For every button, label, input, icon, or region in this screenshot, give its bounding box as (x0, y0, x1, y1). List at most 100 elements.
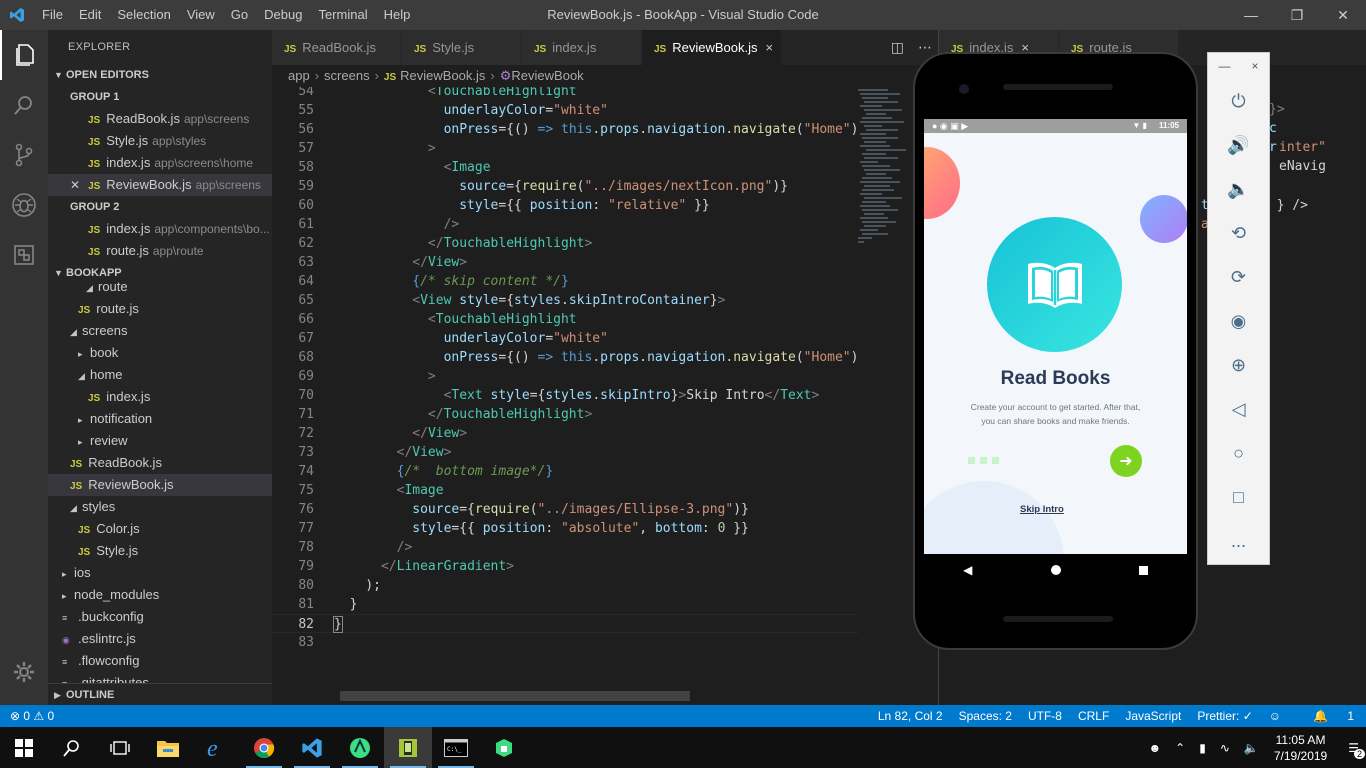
home-nav-icon[interactable] (1050, 565, 1061, 575)
open-editor-item[interactable]: JS index.js app\components\bo... (48, 218, 272, 240)
open-editor-item[interactable]: JS ReadBook.js app\screens (48, 108, 272, 130)
chrome-icon[interactable] (240, 727, 288, 768)
tab-reviewbook[interactable]: JS ReviewBook.js × (642, 30, 782, 65)
open-editors-section[interactable]: ▼ OPEN EDITORS (48, 64, 272, 86)
windows-start-icon[interactable] (0, 727, 48, 768)
recents-nav-icon[interactable] (1138, 565, 1148, 575)
tree-item[interactable]: ◢ screens (48, 320, 272, 342)
search-icon[interactable] (48, 727, 96, 768)
restore-button[interactable]: ❐ (1274, 0, 1320, 30)
tree-item[interactable]: JS ReadBook.js (48, 452, 272, 474)
vscode-taskbar-icon[interactable] (288, 727, 336, 768)
code-editor[interactable]: 54 <TouchableHighlight 55 underlayColor=… (272, 87, 938, 705)
indentation[interactable]: Spaces: 2 (959, 705, 1012, 727)
encoding[interactable]: UTF-8 (1028, 705, 1062, 727)
people-icon[interactable]: ☻ (1149, 741, 1162, 755)
cursor-position[interactable]: Ln 82, Col 2 (878, 705, 943, 727)
outline-section[interactable]: ▶ OUTLINE (48, 683, 272, 705)
tab-index[interactable]: JS index.js (522, 30, 642, 65)
open-editor-item[interactable]: JS route.js app\route (48, 240, 272, 262)
extensions-icon[interactable] (0, 230, 48, 280)
menu-terminal[interactable]: Terminal (310, 0, 375, 30)
tree-item[interactable]: ≡ .flowconfig (48, 650, 272, 672)
volume-up-icon[interactable]: 🔊 (1208, 123, 1269, 167)
task-view-icon[interactable] (96, 727, 144, 768)
taskbar-clock[interactable]: 11:05 AM 7/19/2019 (1274, 732, 1327, 764)
panel-minimize-button[interactable]: — (1218, 59, 1230, 73)
tree-item[interactable]: ▸ book (48, 342, 272, 364)
open-editor-item[interactable]: JS Style.js app\styles (48, 130, 272, 152)
gear-icon[interactable] (0, 647, 48, 697)
close-window-button[interactable]: ✕ (1320, 0, 1366, 30)
file-explorer-icon[interactable] (144, 727, 192, 768)
overview-icon[interactable]: □ (1208, 475, 1269, 519)
tree-item[interactable]: ▸ review (48, 430, 272, 452)
tab-style[interactable]: JS Style.js (402, 30, 522, 65)
menu-selection[interactable]: Selection (109, 0, 178, 30)
back-icon[interactable]: ◁ (1208, 387, 1269, 431)
wifi-icon[interactable]: ∿ (1220, 741, 1230, 755)
skip-intro-link[interactable]: Skip Intro (1020, 504, 1064, 515)
close-icon[interactable]: ✕ (70, 178, 80, 192)
horizontal-scrollbar[interactable] (340, 691, 690, 701)
panel-close-button[interactable]: × (1251, 59, 1258, 73)
tree-item[interactable]: ▸ notification (48, 408, 272, 430)
breadcrumb-screens[interactable]: screens (324, 68, 370, 83)
terminal-icon[interactable]: C:\_ (432, 727, 480, 768)
android-studio-icon[interactable] (336, 727, 384, 768)
feedback-smiley-icon[interactable]: ☺ (1269, 705, 1281, 727)
tree-item[interactable]: ◢ route (48, 276, 272, 298)
rotate-left-icon[interactable]: ⟲ (1208, 211, 1269, 255)
volume-icon[interactable]: 🔈 (1244, 741, 1259, 755)
tab-readbook[interactable]: JS ReadBook.js (272, 30, 402, 65)
source-control-icon[interactable] (0, 130, 48, 180)
tree-item[interactable]: ▸ node_modules (48, 584, 272, 606)
more-actions-icon[interactable]: ⋯ (918, 39, 932, 56)
volume-down-icon[interactable]: 🔈 (1208, 167, 1269, 211)
menu-help[interactable]: Help (376, 0, 419, 30)
emulator-taskbar-icon[interactable] (384, 727, 432, 768)
tree-item[interactable]: JS Color.js (48, 518, 272, 540)
android-robot-icon[interactable] (480, 727, 528, 768)
next-arrow-button[interactable]: ➜ (1110, 445, 1142, 477)
breadcrumb-file[interactable]: ReviewBook.js (400, 68, 485, 83)
camera-screenshot-icon[interactable]: ◉ (1208, 299, 1269, 343)
tree-item[interactable]: JS index.js (48, 386, 272, 408)
emulator-screen[interactable]: ● ◉ ▣ ▶ 11:05 ▼ ▮ Read Books Create your… (924, 119, 1187, 554)
open-editor-item[interactable]: JS index.js app\screens\home (48, 152, 272, 174)
breadcrumb-symbol[interactable]: ReviewBook (511, 68, 583, 83)
split-editor-icon[interactable]: ◫ (891, 39, 904, 56)
action-center-icon[interactable]: ☰ 2 (1348, 741, 1365, 759)
tree-item[interactable]: ▸ ios (48, 562, 272, 584)
explorer-icon[interactable] (0, 30, 48, 80)
tree-item[interactable]: ◉ .eslintrc.js (48, 628, 272, 650)
tree-item[interactable]: JS route.js (48, 298, 272, 320)
tree-item[interactable]: ≡ .buckconfig (48, 606, 272, 628)
tree-item[interactable]: ◢ styles (48, 496, 272, 518)
notifications-bell[interactable]: 🔔 1 (1297, 705, 1354, 727)
menu-view[interactable]: View (179, 0, 223, 30)
more-icon[interactable]: ... (1208, 519, 1269, 563)
tree-item[interactable]: JS Style.js (48, 540, 272, 562)
menu-file[interactable]: File (34, 0, 71, 30)
power-icon[interactable]: ⏻ (1208, 79, 1269, 123)
minimize-button[interactable]: — (1228, 0, 1274, 30)
home-icon[interactable]: ○ (1208, 431, 1269, 475)
rotate-right-icon[interactable]: ⟳ (1208, 255, 1269, 299)
battery-icon[interactable]: ▮ (1199, 741, 1206, 755)
tree-item[interactable]: JS ReviewBook.js (48, 474, 272, 496)
prettier-status[interactable]: Prettier: ✓ (1197, 705, 1252, 727)
problems-indicator[interactable]: ⊗ 0 ⚠ 0 (10, 705, 54, 727)
tree-item[interactable]: ◢ home (48, 364, 272, 386)
zoom-icon[interactable]: ⊕ (1208, 343, 1269, 387)
chevron-up-icon[interactable]: ⌃ (1175, 741, 1185, 755)
menu-debug[interactable]: Debug (256, 0, 310, 30)
line-ending[interactable]: CRLF (1078, 705, 1109, 727)
debug-icon[interactable] (0, 180, 48, 230)
back-nav-icon[interactable]: ◀ (963, 563, 972, 577)
language-mode[interactable]: JavaScript (1125, 705, 1181, 727)
breadcrumb-app[interactable]: app (288, 68, 310, 83)
menu-go[interactable]: Go (223, 0, 256, 30)
open-editor-item-active[interactable]: ✕ JS ReviewBook.js app\screens (48, 174, 272, 196)
menu-edit[interactable]: Edit (71, 0, 109, 30)
